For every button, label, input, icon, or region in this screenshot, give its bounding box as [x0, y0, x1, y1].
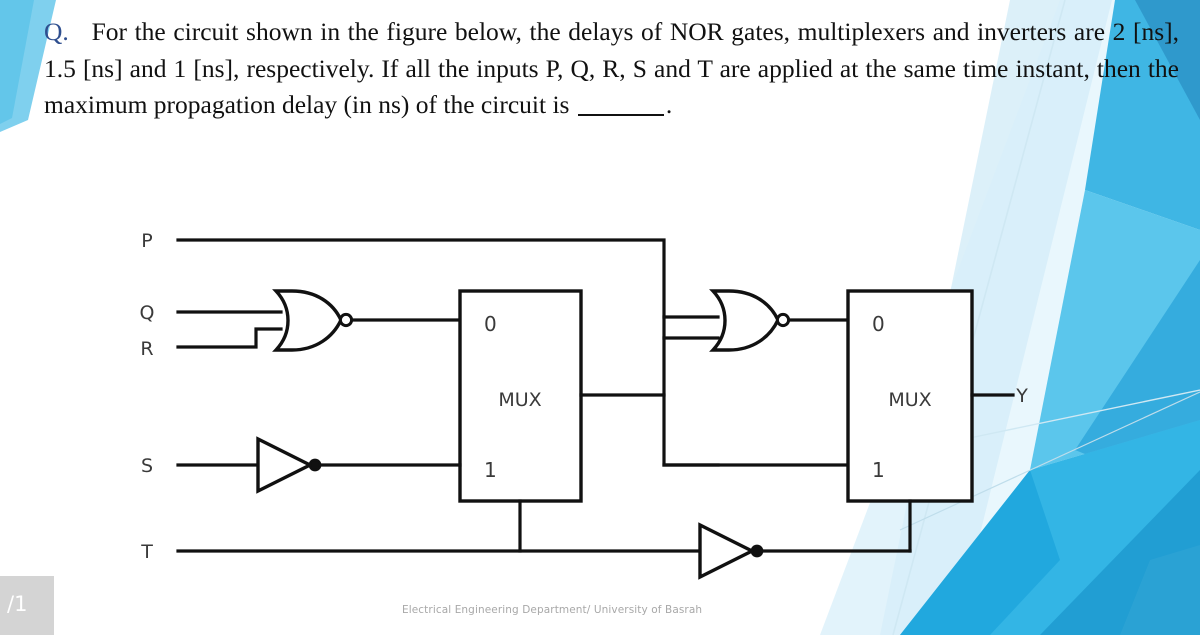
- footer-text: Electrical Engineering Department/ Unive…: [402, 604, 703, 616]
- question-text: Q. For the circuit shown in the figure b…: [44, 14, 1179, 124]
- input-label-q: Q: [140, 302, 155, 324]
- slide-number-badge: /1: [0, 576, 54, 635]
- input-label-t: T: [140, 541, 153, 563]
- nor-gate-1: [272, 289, 343, 352]
- mux-1-input0-label: 0: [484, 312, 497, 336]
- output-label-y: Y: [1015, 385, 1028, 407]
- mux-2-input0-label: 0: [872, 312, 885, 336]
- nor-gate-2-bubble: [775, 312, 791, 328]
- circuit-diagram: P Q R S T Y 0 1 MUX 0 1 MUX: [140, 230, 1028, 580]
- question-body: For the circuit shown in the figure belo…: [44, 17, 1179, 120]
- question-period: .: [665, 90, 673, 120]
- question-marker: Q.: [44, 17, 69, 46]
- nor-gate-1-bubble: [338, 312, 354, 328]
- mux-2-title: MUX: [888, 389, 931, 411]
- wire-p: [176, 238, 720, 319]
- wire-mux1-out-lower: [662, 393, 720, 467]
- mux-1-title: MUX: [498, 389, 541, 411]
- answer-blank[interactable]: [577, 114, 664, 117]
- input-label-r: R: [140, 338, 153, 360]
- mux-2-input1-label: 1: [872, 458, 885, 482]
- inverter-s: [256, 436, 314, 494]
- nor-gate-2: [709, 289, 780, 352]
- wire-mux1-out-upper: [579, 315, 666, 397]
- input-label-s: S: [141, 455, 153, 477]
- inverter-t: [698, 522, 756, 580]
- input-label-p: P: [141, 230, 152, 252]
- slide-canvas: Q. For the circuit shown in the figure b…: [0, 0, 1200, 635]
- wire-r: [176, 327, 283, 349]
- mux-1-input1-label: 1: [484, 458, 497, 482]
- slide-number-label: /1: [7, 592, 28, 616]
